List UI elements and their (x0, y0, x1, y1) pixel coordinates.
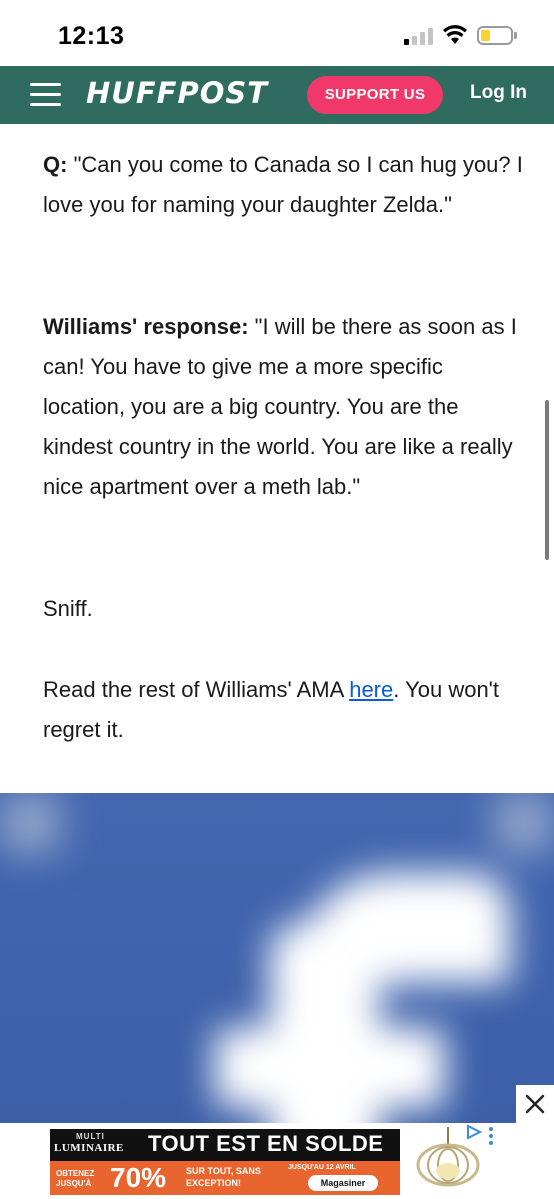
battery-icon (477, 26, 513, 45)
wifi-icon (443, 25, 467, 44)
login-link[interactable]: Log In (470, 82, 527, 104)
read-more-link[interactable]: here (349, 677, 393, 702)
ad-headline: TOUT EST EN SOLDE (148, 1131, 384, 1156)
response-paragraph: Williams' response: "I will be there as … (43, 307, 523, 507)
response-text: "I will be there as soon as I can! You h… (43, 314, 517, 499)
battery-level (481, 30, 490, 41)
status-time: 12:13 (58, 22, 125, 50)
sniff-paragraph: Sniff. (43, 596, 93, 621)
scrollbar[interactable] (545, 400, 549, 560)
ad-brand: LUMINAIRE (54, 1142, 124, 1154)
ad-shop-button[interactable]: Magasiner (308, 1175, 378, 1191)
ad-more-options-icon[interactable] (488, 1127, 494, 1147)
ad-obtenez: OBTENEZ JUSQU'À (56, 1169, 95, 1188)
battery-nub (514, 32, 517, 39)
facebook-f-icon (0, 793, 554, 1123)
question-text: "Can you come to Canada so I can hug you… (43, 152, 523, 217)
ad-until-date: JUSQU'AU 12 AVRIL (288, 1164, 356, 1171)
adchoices-icon[interactable] (466, 1125, 482, 1139)
ad-brand-small: MULTI (76, 1132, 105, 1141)
huffpost-logo[interactable]: HUFFPOST (86, 76, 268, 110)
ad-top-strip: MULTI LUMINAIRE TOUT EST EN SOLDE (50, 1129, 400, 1161)
facebook-logo-image (0, 793, 554, 1123)
ad-banner[interactable]: MULTI LUMINAIRE TOUT EST EN SOLDE OBTENE… (0, 1123, 554, 1199)
hamburger-menu-icon[interactable] (30, 83, 61, 107)
question-label: Q: (43, 152, 68, 177)
ad-sur-tout: SUR TOUT, SANS EXCEPTION! (186, 1166, 261, 1188)
read-more-paragraph: Read the rest of Williams' AMA here. You… (43, 670, 523, 750)
ad-close-button[interactable] (516, 1085, 554, 1123)
ad-bottom-strip: OBTENEZ JUSQU'À 70% SUR TOUT, SANS EXCEP… (50, 1161, 400, 1195)
cellular-signal-icon (404, 27, 436, 45)
read-more-prefix: Read the rest of Williams' AMA (43, 677, 350, 702)
ad-percent: 70% (110, 1162, 167, 1193)
support-us-button[interactable]: SUPPORT US (307, 76, 443, 114)
close-icon (525, 1094, 545, 1114)
site-header: HUFFPOST SUPPORT US Log In (0, 66, 554, 124)
response-label: Williams' response: (43, 314, 249, 339)
ad-creative[interactable]: MULTI LUMINAIRE TOUT EST EN SOLDE OBTENE… (50, 1129, 400, 1195)
question-paragraph: Q: "Can you come to Canada so I can hug … (43, 145, 523, 225)
status-bar: 12:13 (0, 0, 554, 66)
